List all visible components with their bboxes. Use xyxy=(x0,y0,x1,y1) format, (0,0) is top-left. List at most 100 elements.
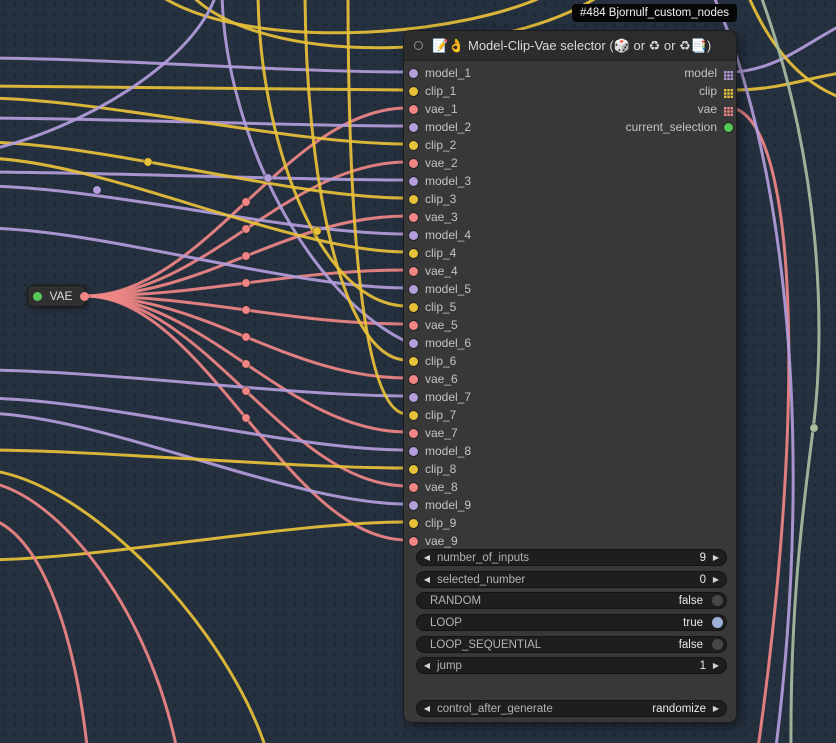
input-slot-clip_2[interactable]: clip_2 xyxy=(409,136,456,154)
model-input-dot[interactable] xyxy=(409,231,418,240)
link-wire-clip xyxy=(0,522,407,560)
widget-random[interactable]: RANDOMfalse xyxy=(416,592,727,609)
vae-input-dot[interactable] xyxy=(409,213,418,222)
increment-arrow-icon[interactable]: ▶ xyxy=(706,550,726,565)
current_selection-output-dot[interactable] xyxy=(724,123,733,132)
input-slot-vae_4[interactable]: vae_4 xyxy=(409,262,458,280)
model-input-dot[interactable] xyxy=(409,393,418,402)
collapse-dot-icon[interactable] xyxy=(414,41,423,50)
input-slot-vae_7[interactable]: vae_7 xyxy=(409,424,458,442)
input-slot-vae_3[interactable]: vae_3 xyxy=(409,208,458,226)
widget-label: control_after_generate xyxy=(437,703,553,715)
clip-input-dot[interactable] xyxy=(409,141,418,150)
input-slot-clip_4[interactable]: clip_4 xyxy=(409,244,456,262)
vae-loader-node[interactable]: VAE xyxy=(27,285,86,307)
vae-input-dot[interactable] xyxy=(409,429,418,438)
decrement-arrow-icon[interactable]: ◀ xyxy=(417,550,437,565)
input-slot-vae_8[interactable]: vae_8 xyxy=(409,478,458,496)
input-slot-model_9[interactable]: model_9 xyxy=(409,496,471,514)
widget-selected-number[interactable]: ◀selected_number0▶ xyxy=(416,571,727,588)
widget-number-of-inputs[interactable]: ◀number_of_inputs9▶ xyxy=(416,549,727,566)
input-slot-label: clip_4 xyxy=(425,246,456,260)
input-slot-label: clip_5 xyxy=(425,300,456,314)
input-slot-clip_1[interactable]: clip_1 xyxy=(409,82,456,100)
increment-arrow-icon[interactable]: ▶ xyxy=(706,658,726,673)
model-input-dot[interactable] xyxy=(409,123,418,132)
node-titlebar[interactable]: 📝👌 Model-Clip-Vae selector (🎲 or ♻ or ♻📑… xyxy=(404,31,736,61)
vae-input-dot[interactable] xyxy=(409,105,418,114)
clip-input-dot[interactable] xyxy=(409,303,418,312)
clip-input-dot[interactable] xyxy=(409,465,418,474)
multi-link-grid-icon[interactable] xyxy=(724,105,733,114)
widget-loop-sequential[interactable]: LOOP_SEQUENTIAL false xyxy=(416,636,727,653)
vae-input-dot[interactable] xyxy=(409,375,418,384)
widget-control-after-generate[interactable]: ◀control_after_generaterandomize▶ xyxy=(416,700,727,717)
clip-input-dot[interactable] xyxy=(409,357,418,366)
input-slot-vae_6[interactable]: vae_6 xyxy=(409,370,458,388)
vae-input-dot[interactable] xyxy=(409,321,418,330)
vae-input-dot[interactable] xyxy=(409,159,418,168)
model-input-dot[interactable] xyxy=(409,501,418,510)
vae-node-input-dot[interactable] xyxy=(33,292,42,301)
toggle-knob[interactable] xyxy=(712,617,723,628)
clip-input-dot[interactable] xyxy=(409,87,418,96)
input-slot-model_6[interactable]: model_6 xyxy=(409,334,471,352)
model-input-dot[interactable] xyxy=(409,339,418,348)
input-slot-clip_5[interactable]: clip_5 xyxy=(409,298,456,316)
input-slot-vae_2[interactable]: vae_2 xyxy=(409,154,458,172)
output-slot-clip[interactable]: clip xyxy=(699,82,733,100)
increment-arrow-icon[interactable]: ▶ xyxy=(706,572,726,587)
widget-jump[interactable]: ◀jump1▶ xyxy=(416,657,727,674)
decrement-arrow-icon[interactable]: ◀ xyxy=(417,658,437,673)
output-slot-vae[interactable]: vae xyxy=(698,100,733,118)
clip-input-dot[interactable] xyxy=(409,195,418,204)
toggle-knob[interactable] xyxy=(712,595,723,606)
widget-value: false xyxy=(679,639,703,651)
output-slot-model[interactable]: model xyxy=(684,64,733,82)
decrement-arrow-icon[interactable]: ◀ xyxy=(417,701,437,716)
vae-node-output-dot[interactable] xyxy=(80,292,89,301)
decrement-arrow-icon[interactable]: ◀ xyxy=(417,572,437,587)
input-slot-vae_1[interactable]: vae_1 xyxy=(409,100,458,118)
link-center-dot xyxy=(93,186,101,194)
model-clip-vae-selector-node[interactable]: 📝👌 Model-Clip-Vae selector (🎲 or ♻ or ♻📑… xyxy=(403,30,737,723)
vae-input-dot[interactable] xyxy=(409,267,418,276)
input-slot-model_1[interactable]: model_1 xyxy=(409,64,471,82)
multi-link-grid-icon[interactable] xyxy=(724,69,733,78)
input-slot-vae_5[interactable]: vae_5 xyxy=(409,316,458,334)
vae-input-dot[interactable] xyxy=(409,537,418,546)
output-slot-current_selection[interactable]: current_selection xyxy=(626,118,733,136)
clip-input-dot[interactable] xyxy=(409,411,418,420)
input-slot-label: vae_2 xyxy=(425,156,458,170)
input-slot-model_8[interactable]: model_8 xyxy=(409,442,471,460)
input-slot-clip_9[interactable]: clip_9 xyxy=(409,514,456,532)
model-input-dot[interactable] xyxy=(409,177,418,186)
output-slot-label: vae xyxy=(698,102,717,116)
model-input-dot[interactable] xyxy=(409,285,418,294)
link-wire-vae xyxy=(733,108,789,743)
model-input-dot[interactable] xyxy=(409,69,418,78)
clip-input-dot[interactable] xyxy=(409,519,418,528)
input-slot-model_5[interactable]: model_5 xyxy=(409,280,471,298)
input-slot-clip_7[interactable]: clip_7 xyxy=(409,406,456,424)
link-wire-clip xyxy=(0,142,407,198)
input-slot-label: vae_6 xyxy=(425,372,458,386)
input-slot-model_7[interactable]: model_7 xyxy=(409,388,471,406)
input-slot-vae_9[interactable]: vae_9 xyxy=(409,532,458,550)
input-slot-label: model_6 xyxy=(425,336,471,350)
multi-link-grid-icon[interactable] xyxy=(724,87,733,96)
input-slot-clip_3[interactable]: clip_3 xyxy=(409,190,456,208)
vae-input-dot[interactable] xyxy=(409,483,418,492)
input-slot-model_2[interactable]: model_2 xyxy=(409,118,471,136)
model-input-dot[interactable] xyxy=(409,447,418,456)
toggle-knob[interactable] xyxy=(712,639,723,650)
input-slot-model_4[interactable]: model_4 xyxy=(409,226,471,244)
increment-arrow-icon[interactable]: ▶ xyxy=(706,701,726,716)
output-slot-label: clip xyxy=(699,84,717,98)
input-slot-clip_6[interactable]: clip_6 xyxy=(409,352,456,370)
input-slot-model_3[interactable]: model_3 xyxy=(409,172,471,190)
input-slot-clip_8[interactable]: clip_8 xyxy=(409,460,456,478)
clip-input-dot[interactable] xyxy=(409,249,418,258)
widget-label: LOOP_SEQUENTIAL xyxy=(430,639,541,651)
widget-loop[interactable]: LOOPtrue xyxy=(416,614,727,631)
